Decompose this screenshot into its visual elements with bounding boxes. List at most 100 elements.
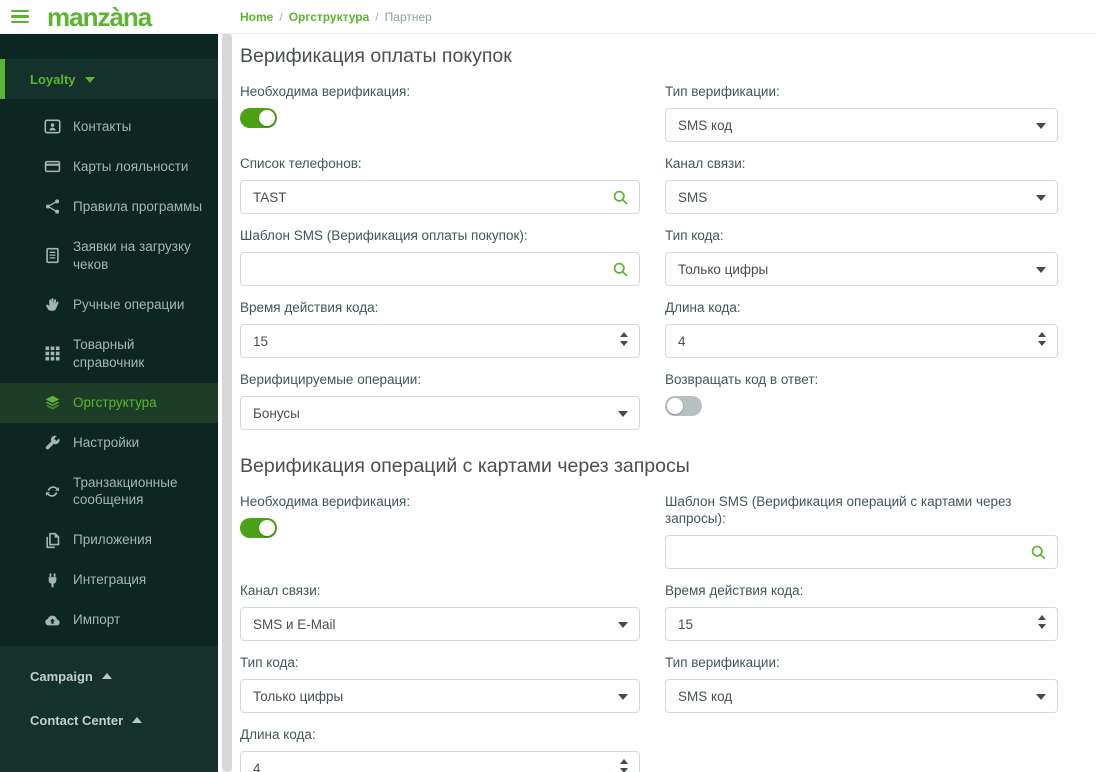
grid-icon	[44, 345, 61, 362]
sidebar-item-label: Импорт	[73, 612, 121, 628]
s1-phone-list-field: Список телефонов:	[240, 155, 640, 214]
content-scrollbar-thumb[interactable]	[222, 33, 232, 772]
stepper-down-icon[interactable]	[1038, 624, 1046, 629]
stepper-up-icon[interactable]	[620, 332, 628, 337]
s1-code-length-inputwrap	[665, 324, 1058, 358]
breadcrumb: Home / Оргструктура / Партнер	[240, 10, 432, 24]
select-value: Только цифры	[678, 261, 769, 277]
sidebar-item-applications[interactable]: Приложения	[0, 520, 218, 560]
s1-channel-select[interactable]: SMS	[665, 180, 1058, 214]
sidebar-item-label: Контакты	[73, 119, 132, 134]
field-label: Верифицируемые операции:	[240, 372, 422, 387]
s2-need-verification-toggle[interactable]	[240, 518, 277, 538]
sidebar-item-org-structure[interactable]: Оргструктура	[0, 382, 218, 423]
sidebar-item-label: Настройки	[73, 434, 140, 450]
sidebar-item-product-catalog[interactable]: Товарный справочник	[0, 325, 218, 383]
sidebar-group-loyalty[interactable]: Loyalty	[0, 59, 218, 99]
topbar: manzàna Home / Оргструктура / Партнер	[0, 0, 1096, 34]
sidebar-item-label: Правила программы	[73, 198, 203, 214]
sidebar-item-program-rules[interactable]: Правила программы	[0, 187, 218, 227]
sidebar: Loyalty Контакты Карты лояльности Правил…	[0, 33, 218, 772]
sidebar-item-integration[interactable]: Интеграция	[0, 560, 218, 600]
sidebar-group-campaign[interactable]: Campaign	[0, 654, 218, 698]
sidebar-item-receipt-upload-requests[interactable]: Заявки на загрузку чеков	[0, 227, 218, 285]
s1-phone-list-input[interactable]	[241, 181, 607, 213]
breadcrumb-link-home[interactable]: Home	[240, 10, 273, 24]
field-label: Возвращать код в ответ:	[665, 372, 819, 387]
field-label: Канал связи:	[665, 156, 746, 171]
search-icon[interactable]	[612, 261, 629, 278]
s1-return-code-toggle[interactable]	[665, 396, 702, 416]
s1-return-code-field: Возвращать код в ответ:	[665, 371, 1058, 430]
sidebar-item-transactional-messages[interactable]: Транзакционные сообщения	[0, 463, 218, 521]
chevron-down-icon	[1036, 123, 1046, 129]
s1-code-ttl-field: Время действия кода:	[240, 299, 640, 358]
s1-code-ttl-input[interactable]	[241, 325, 607, 357]
s1-verification-type-select[interactable]: SMS код	[665, 108, 1058, 142]
breadcrumb-link-orgstructure[interactable]: Оргструктура	[289, 10, 370, 24]
sidebar-item-contacts[interactable]: Контакты	[0, 107, 218, 147]
chevron-down-icon	[84, 77, 95, 83]
chevron-up-icon	[132, 717, 143, 724]
s2-code-type-select[interactable]: Только цифры	[240, 679, 640, 713]
share-network-icon	[44, 198, 61, 215]
s1-verification-type-field: Тип верификации: SMS код	[665, 83, 1058, 142]
breadcrumb-separator: /	[375, 9, 379, 24]
chevron-down-icon	[618, 622, 628, 628]
breadcrumb-current: Партнер	[384, 9, 432, 24]
sidebar-item-label: Заявки на загрузку чеков	[73, 238, 191, 272]
s2-sms-template-field: Шаблон SMS (Верификация операций с карта…	[665, 493, 1058, 569]
s2-channel-select[interactable]: SMS и E-Mail	[240, 607, 640, 641]
sidebar-item-label: Товарный справочник	[73, 336, 145, 370]
sidebar-item-manual-operations[interactable]: Ручные операции	[0, 285, 218, 325]
stepper-up-icon[interactable]	[1038, 615, 1046, 620]
s1-code-type-select[interactable]: Только цифры	[665, 252, 1058, 286]
field-label: Тип верификации:	[665, 655, 780, 670]
s1-code-length-input[interactable]	[666, 325, 1025, 357]
s1-need-verification-toggle[interactable]	[240, 108, 277, 128]
s2-verification-type-select[interactable]: SMS код	[665, 679, 1058, 713]
stepper-up-icon[interactable]	[620, 759, 628, 764]
toggle-knob	[259, 110, 275, 126]
wrench-icon	[44, 434, 61, 451]
sidebar-group-contact-center[interactable]: Contact Center	[0, 698, 218, 742]
sync-icon	[44, 483, 61, 500]
s2-verification-type-field: Тип верификации: SMS код	[665, 654, 1058, 713]
stepper-up-icon[interactable]	[1038, 332, 1046, 337]
sidebar-item-label: Интеграция	[73, 572, 147, 588]
sidebar-group-label: Loyalty	[30, 71, 76, 87]
stepper-down-icon[interactable]	[620, 768, 628, 772]
select-value: SMS код	[678, 117, 733, 133]
stepper-down-icon[interactable]	[1038, 341, 1046, 346]
hamburger-menu-icon[interactable]	[9, 8, 31, 25]
sidebar-item-settings[interactable]: Настройки	[0, 423, 218, 463]
toggle-knob	[259, 520, 275, 536]
layers-icon	[44, 394, 61, 411]
chevron-down-icon	[1036, 195, 1046, 201]
brand-logo[interactable]: manzàna	[47, 2, 152, 32]
field-label: Длина кода:	[240, 727, 316, 742]
s2-code-ttl-input[interactable]	[666, 608, 1025, 640]
s1-sms-template-field: Шаблон SMS (Верификация оплаты покупок):	[240, 227, 640, 286]
sidebar-item-label: Карты лояльности	[73, 158, 189, 174]
breadcrumb-separator: /	[279, 9, 283, 24]
section-title-card-requests-verification: Верификация операций с картами через зап…	[240, 455, 690, 477]
number-stepper	[1038, 615, 1046, 629]
toggle-knob	[667, 398, 683, 414]
select-value: SMS	[678, 189, 708, 205]
field-label: Шаблон SMS (Верификация операций с карта…	[665, 494, 1012, 526]
stepper-down-icon[interactable]	[620, 341, 628, 346]
sidebar-item-loyalty-cards[interactable]: Карты лояльности	[0, 147, 218, 187]
content-scrollbar-track[interactable]	[222, 33, 232, 772]
s1-verified-operations-select[interactable]: Бонусы	[240, 396, 640, 430]
number-stepper	[620, 759, 628, 772]
search-icon[interactable]	[612, 189, 629, 206]
s2-code-length-field: Длина кода:	[240, 726, 640, 772]
s1-code-ttl-inputwrap	[240, 324, 640, 358]
s2-sms-template-input[interactable]	[666, 536, 1025, 568]
search-icon[interactable]	[1030, 544, 1047, 561]
sidebar-item-import[interactable]: Импорт	[0, 600, 218, 640]
s2-code-length-input[interactable]	[241, 752, 607, 772]
s1-sms-template-input[interactable]	[241, 253, 607, 285]
s2-code-length-inputwrap	[240, 751, 640, 772]
